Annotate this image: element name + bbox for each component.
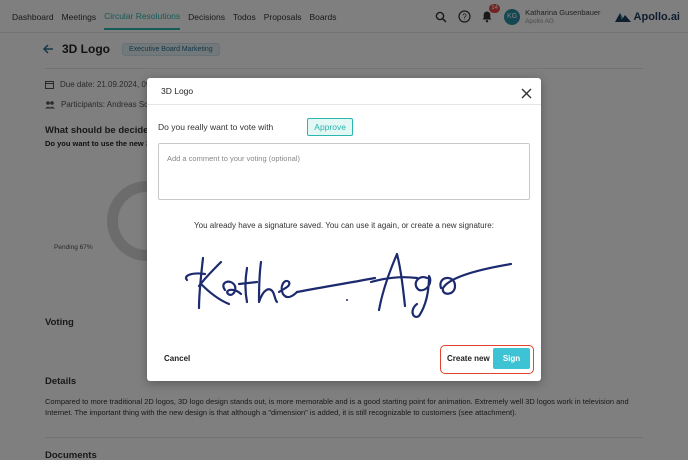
close-icon[interactable] — [521, 86, 532, 99]
signature-info-text: You already have a signature saved. You … — [194, 221, 494, 230]
vote-choice-badge: Approve — [307, 118, 353, 136]
comment-input[interactable] — [158, 143, 530, 200]
cancel-button[interactable]: Cancel — [164, 354, 190, 363]
vote-modal: 3D Logo Do you really want to vote with … — [147, 78, 541, 381]
saved-signature-image — [184, 252, 513, 318]
vote-prompt: Do you really want to vote with — [158, 122, 274, 132]
vote-confirmation-row: Do you really want to vote with Approve — [158, 118, 353, 136]
create-new-signature-button[interactable]: Create new — [447, 354, 490, 363]
sign-button[interactable]: Sign — [493, 348, 530, 369]
modal-header: 3D Logo — [147, 78, 541, 105]
modal-title: 3D Logo — [161, 86, 194, 96]
